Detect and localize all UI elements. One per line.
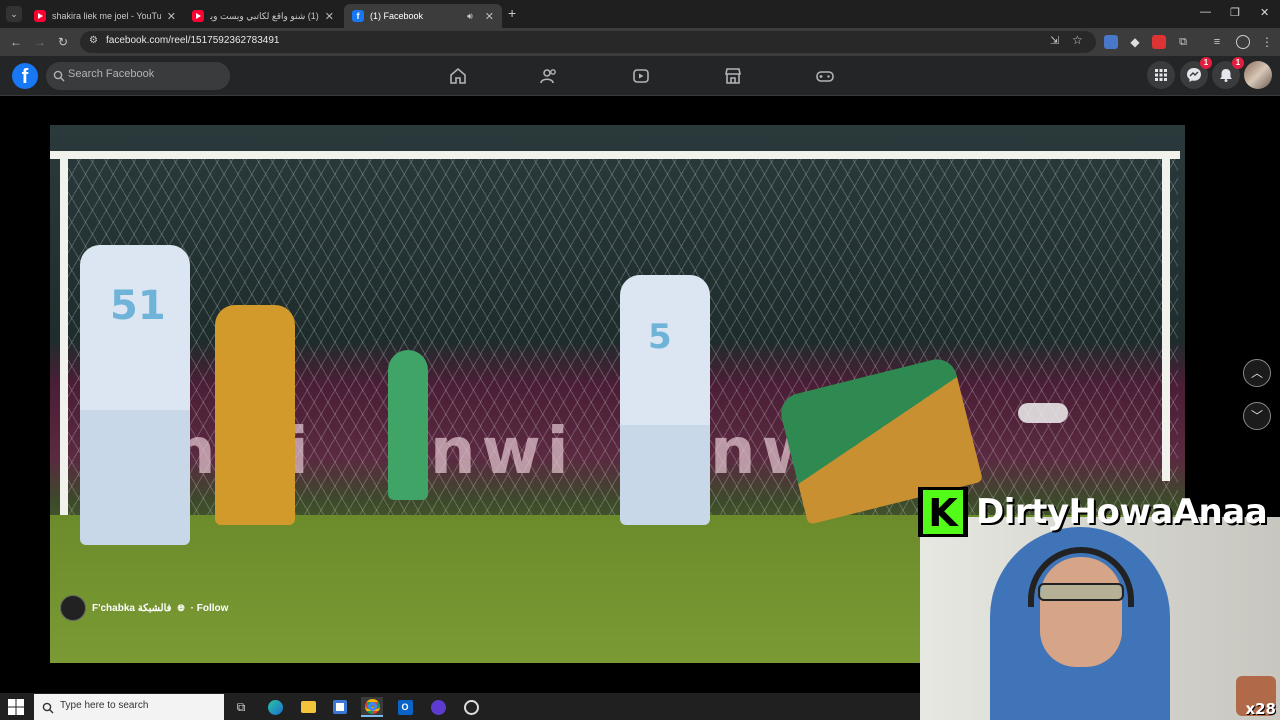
microsoft-store-icon[interactable] bbox=[329, 697, 351, 717]
chrome-icon[interactable] bbox=[361, 697, 383, 717]
goal-left-post bbox=[60, 151, 68, 521]
goal-right-post bbox=[1162, 151, 1170, 481]
tab-title: shakira liek me joel - YouTube bbox=[52, 11, 161, 21]
search-icon bbox=[42, 701, 54, 719]
windows-taskbar: ⧉ O bbox=[0, 693, 920, 720]
friends-icon[interactable] bbox=[539, 66, 559, 86]
window-close-icon[interactable]: ✕ bbox=[1260, 6, 1269, 19]
address-bar[interactable]: ⚙ facebook.com/reel/1517592362783491 ⇲ ☆ bbox=[80, 31, 1096, 53]
channel-name[interactable]: F'chabka فالشبكة bbox=[92, 603, 171, 614]
profile-icon[interactable] bbox=[1236, 35, 1250, 49]
windows-start-icon[interactable] bbox=[8, 699, 24, 715]
facebook-logo[interactable]: f bbox=[12, 63, 38, 89]
previous-reel-button[interactable]: ︿ bbox=[1243, 359, 1271, 387]
messenger-button[interactable]: 1 bbox=[1180, 57, 1212, 89]
install-app-icon[interactable]: ⇲ bbox=[1050, 34, 1059, 47]
close-tab-icon[interactable]: ✕ bbox=[485, 10, 494, 23]
video-icon[interactable] bbox=[631, 66, 651, 86]
task-view-icon[interactable]: ⧉ bbox=[230, 697, 252, 717]
facebook-favicon-icon: f bbox=[352, 10, 364, 22]
menu-grid-button[interactable] bbox=[1147, 61, 1175, 89]
jersey-number: 5 bbox=[648, 317, 672, 357]
channel-avatar[interactable] bbox=[60, 595, 86, 621]
webcam-overlay: x28 bbox=[920, 517, 1280, 720]
speaker-icon[interactable]: 🔊︎ bbox=[467, 11, 473, 22]
gaming-icon[interactable] bbox=[815, 66, 835, 86]
tab-youtube-arabic[interactable]: (1) شنو واقع لكاتبي ويست وينتر ✕ bbox=[184, 4, 342, 28]
marketplace-icon[interactable] bbox=[723, 66, 743, 86]
tab-youtube-shakira[interactable]: shakira liek me joel - YouTube ✕ bbox=[26, 4, 184, 28]
obs-icon[interactable] bbox=[427, 697, 449, 717]
taskbar-search[interactable] bbox=[34, 694, 224, 720]
player-yellow bbox=[215, 305, 295, 525]
emote-multiplier: x28 bbox=[1245, 700, 1276, 718]
kick-logo: K bbox=[918, 487, 968, 537]
extensions-puzzle-icon[interactable]: ⧉ bbox=[1176, 35, 1190, 49]
reading-list-icon[interactable]: ≡ bbox=[1210, 35, 1224, 49]
back-icon[interactable]: ← bbox=[10, 34, 22, 50]
next-reel-button[interactable]: ﹀ bbox=[1243, 402, 1271, 430]
ad-board-text: nwi bbox=[430, 415, 575, 489]
notifications-button[interactable]: 1 bbox=[1212, 57, 1244, 89]
jersey-number: 51 bbox=[110, 283, 166, 329]
site-info-icon[interactable]: ⚙ bbox=[89, 35, 98, 46]
notifications-badge: 1 bbox=[1232, 57, 1244, 69]
taskbar-search-input[interactable] bbox=[60, 700, 210, 711]
search-icon bbox=[53, 69, 65, 87]
follow-button[interactable]: · Follow bbox=[191, 603, 229, 614]
close-tab-icon[interactable]: ✕ bbox=[167, 10, 176, 23]
account-avatar[interactable] bbox=[1244, 61, 1272, 89]
bookmark-star-icon[interactable]: ☆ bbox=[1072, 33, 1083, 47]
url-text: facebook.com/reel/1517592362783491 bbox=[106, 35, 280, 46]
goal-crossbar bbox=[50, 151, 1180, 159]
streamer-name: DirtyHowaAnaa bbox=[976, 492, 1268, 532]
tab-title: (1) Facebook bbox=[370, 11, 424, 21]
browser-toolbar: ← → ↻ ⚙ facebook.com/reel/15175923627834… bbox=[0, 28, 1280, 56]
edge-icon[interactable] bbox=[264, 697, 286, 717]
globe-icon: 🌐︎ bbox=[177, 602, 185, 613]
youtube-icon bbox=[34, 10, 46, 22]
tab-title: (1) شنو واقع لكاتبي ويست وينتر bbox=[210, 10, 319, 21]
player-green-official bbox=[388, 350, 428, 500]
player-white-5: 5 bbox=[620, 275, 710, 525]
file-explorer-icon[interactable] bbox=[297, 697, 319, 717]
extension-diamond-icon[interactable]: ◆ bbox=[1128, 35, 1142, 49]
streamer-banner: K DirtyHowaAnaa bbox=[918, 487, 1268, 537]
chrome-menu-icon[interactable]: ⋮ bbox=[1260, 35, 1274, 49]
minimize-icon[interactable]: — bbox=[1200, 6, 1211, 18]
browser-tab-strip: ⌄ shakira liek me joel - YouTube ✕ (1) ش… bbox=[0, 0, 1280, 28]
home-icon[interactable] bbox=[448, 66, 468, 86]
reel-channel[interactable]: F'chabka فالشبكة 🌐︎ · Follow bbox=[60, 595, 228, 621]
obs-studio-icon[interactable] bbox=[460, 697, 482, 717]
reload-icon[interactable]: ↻ bbox=[58, 34, 68, 50]
tab-search-button[interactable]: ⌄ bbox=[6, 6, 22, 22]
new-tab-button[interactable]: + bbox=[508, 5, 516, 21]
football bbox=[1018, 403, 1068, 423]
player-white-51: 51 bbox=[80, 245, 190, 545]
restore-icon[interactable]: ❐ bbox=[1230, 6, 1240, 19]
facebook-search[interactable] bbox=[46, 62, 230, 90]
translate-extension-icon[interactable] bbox=[1104, 35, 1118, 49]
extension-red-icon[interactable] bbox=[1152, 35, 1166, 49]
facebook-search-input[interactable] bbox=[68, 68, 218, 80]
outlook-icon[interactable]: O bbox=[394, 697, 416, 717]
tab-facebook[interactable]: f (1) Facebook 🔊︎ ✕ bbox=[344, 4, 502, 28]
forward-icon[interactable]: → bbox=[34, 34, 46, 50]
messenger-badge: 1 bbox=[1200, 57, 1212, 69]
facebook-header: f 1 1 bbox=[0, 56, 1280, 96]
youtube-icon bbox=[192, 10, 204, 22]
close-tab-icon[interactable]: ✕ bbox=[325, 10, 334, 23]
